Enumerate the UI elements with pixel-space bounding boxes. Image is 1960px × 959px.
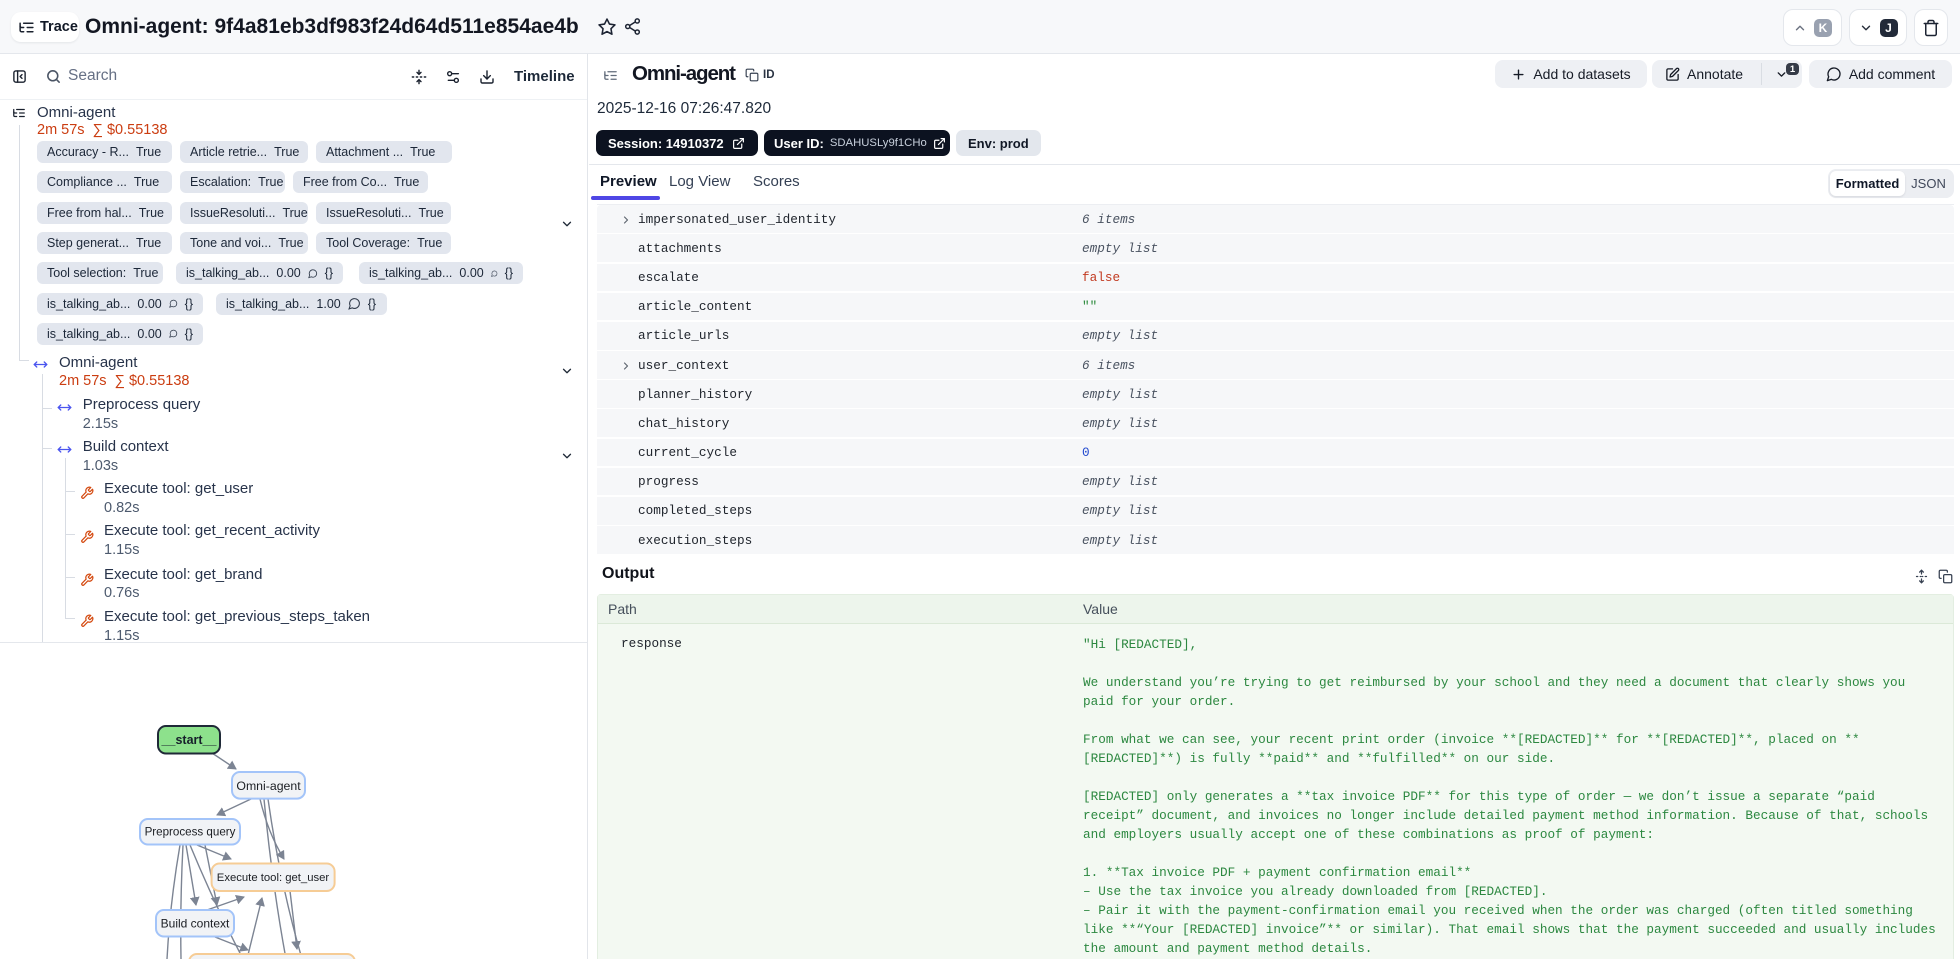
svg-text:Build context: Build context (161, 917, 230, 931)
svg-text:Omni-agent: Omni-agent (236, 779, 301, 793)
svg-text:Preprocess query: Preprocess query (145, 826, 236, 839)
svg-text:__start__: __start__ (161, 733, 218, 747)
svg-text:Execute tool: get_user: Execute tool: get_user (217, 872, 330, 884)
